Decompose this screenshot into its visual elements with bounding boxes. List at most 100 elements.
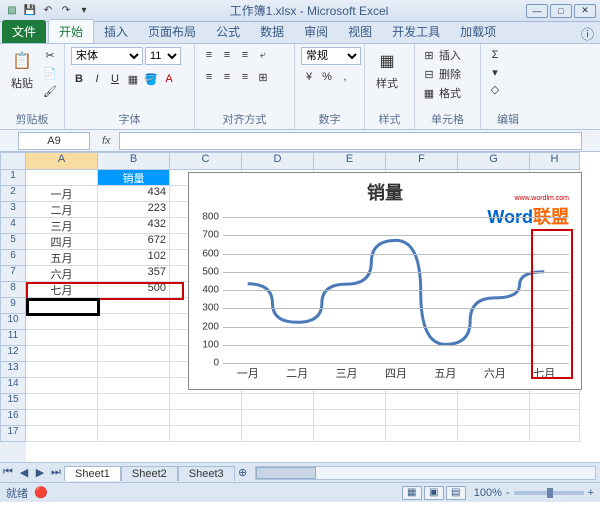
cell[interactable]: 357 [98, 266, 170, 282]
horizontal-scrollbar[interactable] [255, 466, 596, 480]
cell[interactable] [170, 394, 242, 410]
cell[interactable] [170, 426, 242, 442]
row-header[interactable]: 6 [0, 250, 26, 266]
scrollbar-thumb[interactable] [256, 467, 316, 479]
row-header[interactable]: 10 [0, 314, 26, 330]
cell[interactable]: 四月 [26, 234, 98, 250]
col-header[interactable]: D [242, 152, 314, 170]
cell[interactable] [458, 426, 530, 442]
redo-icon[interactable]: ↷ [58, 3, 74, 19]
font-name-select[interactable]: 宋体 [71, 47, 143, 65]
align-left-icon[interactable]: ≡ [201, 69, 217, 85]
cell[interactable] [26, 314, 98, 330]
zoom-level[interactable]: 100% [474, 487, 502, 499]
cell[interactable] [242, 410, 314, 426]
cell[interactable] [26, 410, 98, 426]
format-label[interactable]: 格式 [439, 85, 461, 101]
cell[interactable]: 102 [98, 250, 170, 266]
cell[interactable]: 500 [98, 282, 170, 298]
fx-icon[interactable]: fx [94, 135, 119, 147]
border-button[interactable]: ▦ [125, 71, 141, 87]
row-header[interactable]: 12 [0, 346, 26, 362]
sheet-nav-last[interactable]: ⏭ [48, 466, 64, 479]
maximize-button[interactable]: □ [550, 4, 572, 18]
percent-icon[interactable]: % [319, 69, 335, 85]
row-header[interactable]: 2 [0, 186, 26, 202]
italic-button[interactable]: I [89, 71, 105, 87]
row-header[interactable]: 14 [0, 378, 26, 394]
tab-insert[interactable]: 插入 [94, 20, 138, 43]
grid[interactable]: ABCDEFGH 销量一月434二月223三月432四月672五月102六月35… [26, 152, 600, 462]
zoom-thumb[interactable] [547, 488, 553, 498]
cell[interactable] [314, 410, 386, 426]
view-normal-icon[interactable]: ▦ [402, 486, 422, 500]
cell[interactable]: 一月 [26, 186, 98, 202]
format-icon[interactable]: ▦ [421, 85, 437, 101]
tab-view[interactable]: 视图 [338, 20, 382, 43]
new-sheet-icon[interactable]: ⊕ [235, 466, 251, 479]
styles-button[interactable]: ▦ 样式 [371, 47, 403, 93]
insert-icon[interactable]: ⊞ [421, 47, 437, 63]
autosum-icon[interactable]: Σ [487, 47, 503, 63]
cell[interactable] [98, 378, 170, 394]
cell[interactable] [314, 426, 386, 442]
tab-dev[interactable]: 开发工具 [382, 20, 450, 43]
align-right-icon[interactable]: ≡ [237, 69, 253, 85]
minimize-button[interactable]: — [526, 4, 548, 18]
cell[interactable]: 销量 [98, 170, 170, 186]
bold-button[interactable]: B [71, 71, 87, 87]
align-center-icon[interactable]: ≡ [219, 69, 235, 85]
cell[interactable] [98, 346, 170, 362]
cell[interactable]: 六月 [26, 266, 98, 282]
col-header[interactable]: E [314, 152, 386, 170]
row-header[interactable]: 4 [0, 218, 26, 234]
cell[interactable] [458, 410, 530, 426]
cell[interactable] [98, 410, 170, 426]
cell[interactable] [98, 298, 170, 314]
row-header[interactable]: 13 [0, 362, 26, 378]
align-top-icon[interactable]: ≡ [201, 47, 217, 63]
copy-icon[interactable]: 📄 [42, 65, 58, 81]
col-header[interactable]: H [530, 152, 580, 170]
tab-formula[interactable]: 公式 [206, 20, 250, 43]
cell[interactable]: 二月 [26, 202, 98, 218]
row-header[interactable]: 16 [0, 410, 26, 426]
zoom-slider[interactable] [514, 491, 584, 495]
wrap-icon[interactable]: ⤶ [255, 47, 271, 63]
sheet-nav-first[interactable]: ⏮ [0, 466, 16, 479]
delete-icon[interactable]: ⊟ [421, 66, 437, 82]
tab-review[interactable]: 审阅 [294, 20, 338, 43]
cell[interactable] [98, 426, 170, 442]
cell[interactable]: 434 [98, 186, 170, 202]
row-header[interactable]: 3 [0, 202, 26, 218]
row-header[interactable]: 17 [0, 426, 26, 442]
comma-icon[interactable]: , [337, 69, 353, 85]
col-header[interactable]: F [386, 152, 458, 170]
cell[interactable] [530, 426, 580, 442]
cell[interactable] [98, 394, 170, 410]
sheet-nav-next[interactable]: ▶ [32, 466, 48, 479]
cell[interactable] [26, 170, 98, 186]
chart[interactable]: 销量 www.wordlm.com Word联盟 010020030040050… [188, 172, 582, 390]
help-icon[interactable]: ⓘ [581, 24, 594, 43]
row-header[interactable]: 5 [0, 234, 26, 250]
fill-color-button[interactable]: 🪣 [143, 71, 159, 87]
font-size-select[interactable]: 11 [145, 47, 181, 65]
undo-icon[interactable]: ↶ [40, 3, 56, 19]
tab-layout[interactable]: 页面布局 [138, 20, 206, 43]
format-painter-icon[interactable]: 🖌 [42, 83, 58, 99]
tab-data[interactable]: 数据 [250, 20, 294, 43]
row-header[interactable]: 7 [0, 266, 26, 282]
col-header[interactable]: A [26, 152, 98, 170]
delete-label[interactable]: 删除 [439, 66, 461, 82]
cell[interactable] [26, 330, 98, 346]
cell[interactable] [530, 394, 580, 410]
sheet-tab-2[interactable]: Sheet2 [121, 466, 178, 481]
sheet-tab-1[interactable]: Sheet1 [64, 466, 121, 481]
save-icon[interactable]: 💾 [22, 3, 38, 19]
formula-bar[interactable] [119, 132, 582, 150]
cell[interactable] [242, 394, 314, 410]
cell[interactable] [314, 394, 386, 410]
cell[interactable] [26, 298, 98, 314]
cell[interactable]: 五月 [26, 250, 98, 266]
